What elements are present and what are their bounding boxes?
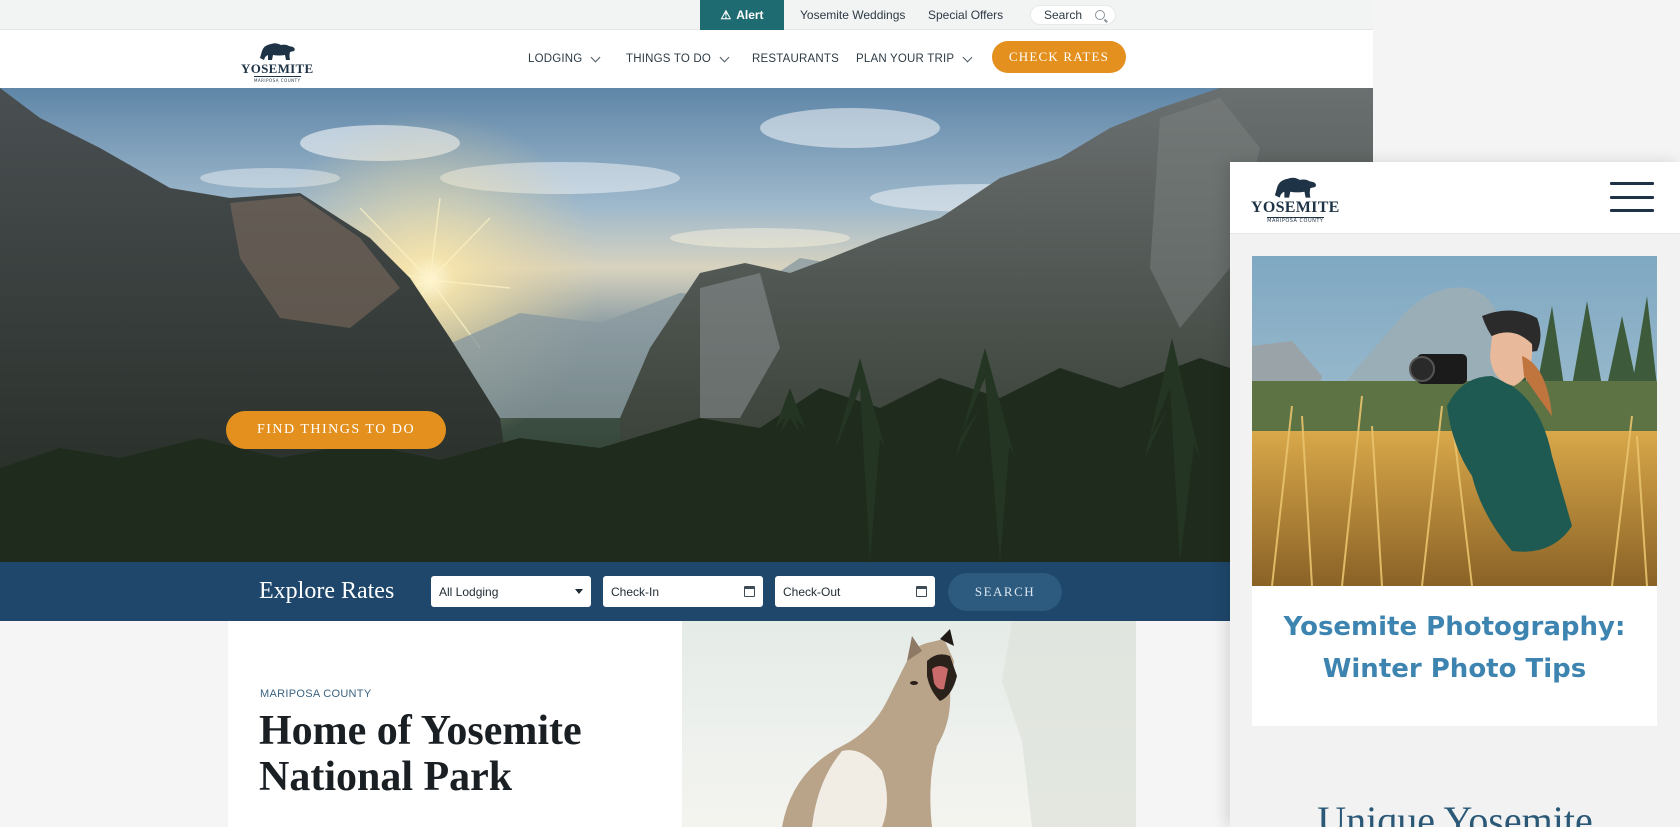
nav-things-label: THINGS TO DO xyxy=(626,53,712,65)
calendar-icon xyxy=(916,586,927,597)
calendar-icon xyxy=(744,586,755,597)
site-logo[interactable]: YOSEMITE MARIPOSA COUNTY xyxy=(241,40,313,83)
bear-icon xyxy=(260,43,296,60)
mobile-logo-wordmark: YOSEMITE xyxy=(1251,199,1340,216)
main-nav: YOSEMITE MARIPOSA COUNTY LODGING THINGS … xyxy=(0,30,1373,88)
article-title[interactable]: Yosemite Photography: Winter Photo Tips xyxy=(1252,606,1657,690)
find-things-to-do-button[interactable]: FIND THINGS TO DO xyxy=(226,411,446,449)
chevron-down-icon xyxy=(719,52,730,62)
chevron-down-icon xyxy=(962,52,973,62)
nav-plan-your-trip[interactable]: PLAN YOUR TRIP xyxy=(856,30,973,88)
photographer-image xyxy=(1252,256,1657,586)
check-out-placeholder: Check-Out xyxy=(783,584,841,599)
mobile-mockup: YOSEMITE MARIPOSA COUNTY Yosemite Photog… xyxy=(1230,162,1680,827)
lodging-select[interactable]: All Lodging xyxy=(431,576,591,607)
logo-wordmark: YOSEMITE xyxy=(241,61,314,76)
intro-title: Home of Yosemite National Park xyxy=(259,708,582,800)
hamburger-menu-icon[interactable] xyxy=(1610,182,1654,212)
mobile-header: YOSEMITE MARIPOSA COUNTY xyxy=(1230,162,1680,234)
nav-lodging[interactable]: LODGING xyxy=(528,30,601,88)
section-heading: Unique Yosemite xyxy=(1317,798,1593,827)
check-out-field[interactable]: Check-Out xyxy=(775,576,935,607)
weddings-link[interactable]: Yosemite Weddings xyxy=(800,0,905,30)
nav-things-to-do[interactable]: THINGS TO DO xyxy=(626,30,730,88)
warning-icon: ⚠ xyxy=(720,8,732,22)
check-in-field[interactable]: Check-In xyxy=(603,576,763,607)
nav-plan-label: PLAN YOUR TRIP xyxy=(856,53,955,65)
mobile-logo-subtitle: MARIPOSA COUNTY xyxy=(1267,217,1324,224)
special-offers-link[interactable]: Special Offers xyxy=(928,0,1003,30)
caret-down-icon xyxy=(575,589,583,594)
alert-button[interactable]: ⚠ Alert xyxy=(700,0,784,30)
search-icon[interactable] xyxy=(1095,10,1105,20)
mobile-site-logo[interactable]: YOSEMITE MARIPOSA COUNTY xyxy=(1251,174,1340,224)
hero-landscape-image xyxy=(0,88,1373,562)
explore-rates-title: Explore Rates xyxy=(259,578,395,604)
search-input[interactable]: Search xyxy=(1030,5,1116,25)
check-rates-button[interactable]: CHECK RATES xyxy=(992,41,1126,73)
check-in-placeholder: Check-In xyxy=(611,584,660,599)
coyote-illustration xyxy=(782,621,1136,827)
article-card[interactable]: Yosemite Photography: Winter Photo Tips xyxy=(1252,256,1657,726)
utility-bar: ⚠ Alert Yosemite Weddings Special Offers… xyxy=(0,0,1373,30)
desktop-mockup: ⚠ Alert Yosemite Weddings Special Offers… xyxy=(0,0,1373,827)
bear-icon xyxy=(1275,177,1317,198)
alert-label: Alert xyxy=(736,8,764,22)
chevron-down-icon xyxy=(590,52,601,62)
lodging-select-value: All Lodging xyxy=(439,584,499,599)
hero-banner: FIND THINGS TO DO xyxy=(0,88,1373,562)
search-placeholder: Search xyxy=(1044,8,1083,22)
logo-subtitle: MARIPOSA COUNTY xyxy=(253,76,301,83)
search-rates-button[interactable]: SEARCH xyxy=(948,573,1062,611)
explore-rates-bar: Explore Rates All Lodging Check-In Check… xyxy=(0,562,1373,621)
coyote-image xyxy=(682,621,1136,827)
nav-restaurants-label: RESTAURANTS xyxy=(752,53,839,65)
article-photo xyxy=(1252,256,1657,586)
intro-section: MARIPOSA COUNTY Home of Yosemite Nationa… xyxy=(228,621,1136,827)
nav-restaurants[interactable]: RESTAURANTS xyxy=(752,30,839,88)
intro-eyebrow: MARIPOSA COUNTY xyxy=(260,688,372,700)
nav-lodging-label: LODGING xyxy=(528,53,583,65)
